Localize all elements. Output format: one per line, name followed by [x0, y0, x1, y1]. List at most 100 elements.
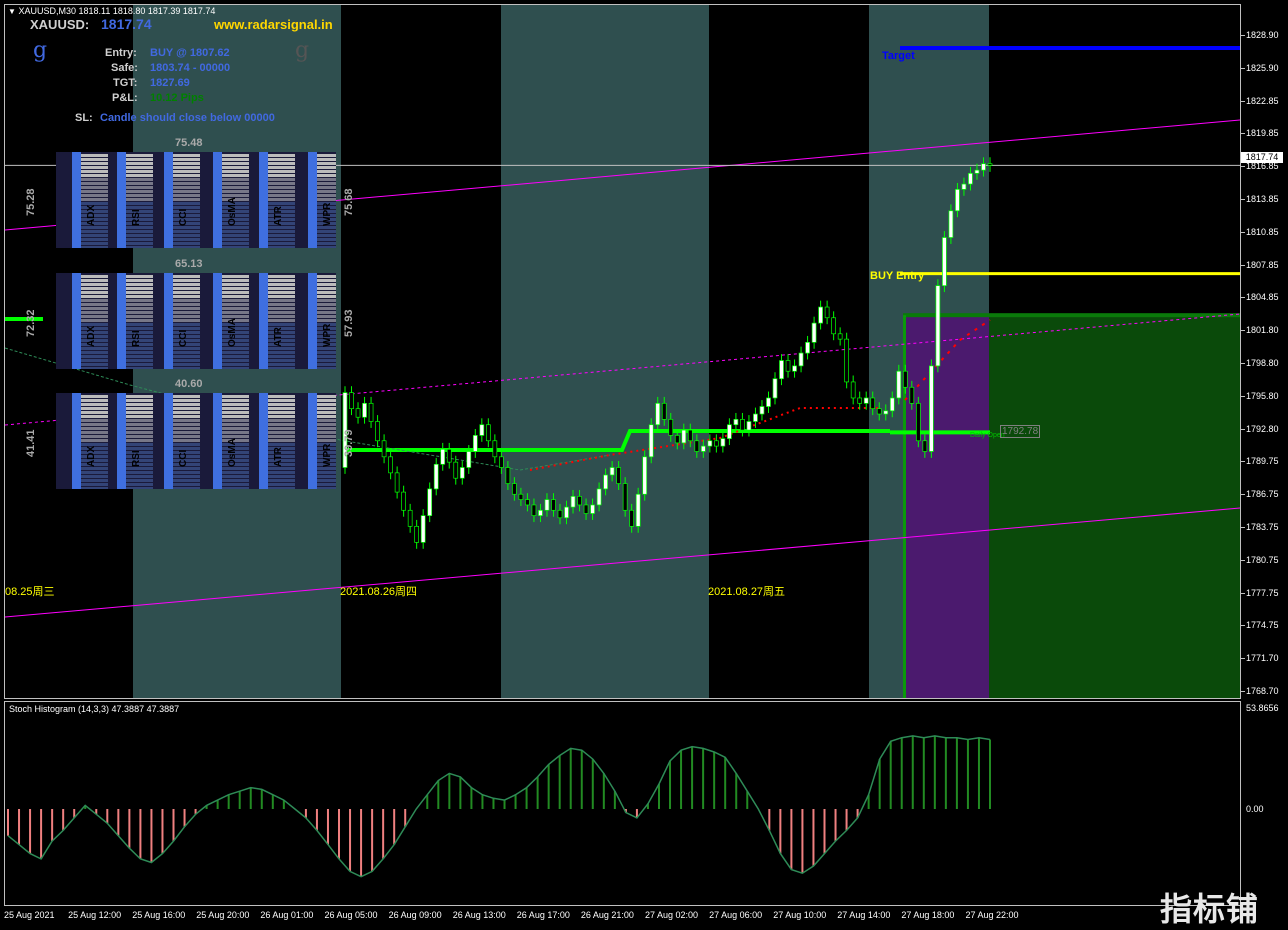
panel-bar-segment	[125, 162, 153, 165]
panel-bar-segment	[267, 355, 295, 358]
panel-label-wpr: WPR	[322, 443, 333, 467]
panel-bar-segment	[316, 411, 336, 414]
panel-bar-segment	[221, 471, 249, 474]
panel-bar-segment	[172, 311, 200, 314]
panel-bar-segment	[125, 351, 153, 354]
panel-bar-segment	[316, 291, 336, 294]
panel-bar-segment	[267, 178, 295, 181]
panel-bar-segment	[221, 299, 249, 302]
price-axis-label: 1825.90	[1246, 62, 1279, 73]
panel-bar-segment	[267, 162, 295, 165]
panel-bar-segment	[316, 283, 336, 286]
panel-bar-segment	[80, 238, 108, 241]
panel-bar-segment	[80, 158, 108, 161]
indicator-subwindow-frame	[4, 701, 1241, 906]
panel-bar-segment	[125, 158, 153, 161]
panel-bar-segment	[172, 399, 200, 402]
panel-bar-segment	[316, 154, 336, 157]
panel-bar-segment	[221, 283, 249, 286]
time-axis-label: 27 Aug 22:00	[965, 910, 1019, 920]
panel-bar-segment	[221, 487, 249, 489]
panel-bar-segment	[267, 299, 295, 302]
panel-bar-segment	[172, 431, 200, 434]
panel-bar-segment	[172, 323, 200, 326]
price-axis-label: 1801.80	[1246, 325, 1279, 336]
panel-bar-segment	[125, 323, 153, 326]
target-label: Target	[882, 50, 915, 62]
panel-label-adx: ADX	[86, 325, 97, 347]
panel-bar-segment	[80, 351, 108, 354]
panel-bar-segment	[125, 411, 153, 414]
panel-bar-segment	[125, 299, 153, 302]
panel-bar-segment	[125, 427, 153, 430]
panel-bar-segment	[80, 198, 108, 201]
panel-bar-segment	[267, 479, 295, 482]
panel-bar-segment	[172, 190, 200, 193]
panel-bar-segment	[172, 186, 200, 189]
date-marker-2: 2021.08.26周四	[340, 586, 418, 598]
panel-bar-segment	[125, 166, 153, 169]
panel-bar-segment	[172, 347, 200, 350]
panel-bar-segment	[267, 275, 295, 278]
panel-bar-segment	[267, 399, 295, 402]
panel-bar-segment	[316, 287, 336, 290]
buy-entry-label: BUY Entry	[870, 270, 925, 282]
panel-blue-bar	[117, 152, 126, 248]
panel-bar-segment	[125, 154, 153, 157]
panel-bar-segment	[80, 395, 108, 398]
price-axis-label: 1780.75	[1246, 554, 1279, 565]
panel-blue-bar	[213, 273, 222, 369]
panel-bar-segment	[125, 226, 153, 229]
panel-bar-segment	[221, 182, 249, 185]
panel-label-osma: OsMA	[227, 197, 238, 226]
panel-bar-segment	[172, 439, 200, 442]
panel-bar-segment	[316, 423, 336, 426]
panel-bar-segment	[267, 471, 295, 474]
panel-bar-segment	[267, 415, 295, 418]
collapse-arrow-icon[interactable]: ▼	[8, 7, 16, 16]
price-axis-label: 1768.70	[1246, 686, 1279, 696]
panel-bar-segment	[125, 395, 153, 398]
panel-bar-segment	[172, 238, 200, 241]
panel-bar-segment	[172, 435, 200, 438]
price-tick	[1241, 461, 1245, 463]
panel-bar-segment	[125, 182, 153, 185]
panel-bar-segment	[267, 359, 295, 362]
panel-left-value: 41.41	[25, 429, 37, 457]
panel-bar-segment	[221, 246, 249, 248]
panel-bar-segment	[172, 367, 200, 369]
panel-bar-segment	[221, 347, 249, 350]
panel-bar-segment	[172, 479, 200, 482]
pl-value: 10.12 Pips	[150, 92, 204, 104]
panel-bar-segment	[125, 355, 153, 358]
price-axis-label: 1792.80	[1246, 423, 1279, 434]
price-tick	[1241, 658, 1245, 660]
price-tick	[1241, 231, 1245, 233]
price-tick	[1241, 67, 1245, 69]
panel-bar-segment	[125, 319, 153, 322]
panel-bar-segment	[221, 287, 249, 290]
sl-label: SL:	[75, 112, 93, 124]
panel-bar-segment	[125, 230, 153, 233]
panel-bar-segment	[125, 359, 153, 362]
price-tick	[1241, 330, 1245, 332]
panel-bar-segment	[125, 234, 153, 237]
site-url[interactable]: www.radarsignal.in	[214, 17, 333, 32]
logo-g-left: g	[33, 38, 48, 63]
panel-bar-segment	[172, 275, 200, 278]
panel-bar-segment	[172, 407, 200, 410]
panel-bar-segment	[221, 174, 249, 177]
panel-blue-bar	[117, 393, 126, 489]
panel-bar-segment	[267, 166, 295, 169]
panel-bar-segment	[316, 299, 336, 302]
panel-bar-segment	[316, 347, 336, 350]
mt4-chart-window[interactable]: ▼ XAUUSD,M30 1818.11 1818.80 1817.39 181…	[0, 0, 1288, 928]
panel-top-value: 75.48	[175, 137, 203, 149]
panel-bar-segment	[221, 170, 249, 173]
panel-bar-segment	[267, 234, 295, 237]
panel-bar-segment	[172, 315, 200, 318]
panel-bar-segment	[80, 435, 108, 438]
panel-bar-segment	[80, 283, 108, 286]
panel-bar-segment	[221, 419, 249, 422]
time-axis-label: 26 Aug 01:00	[260, 910, 314, 920]
